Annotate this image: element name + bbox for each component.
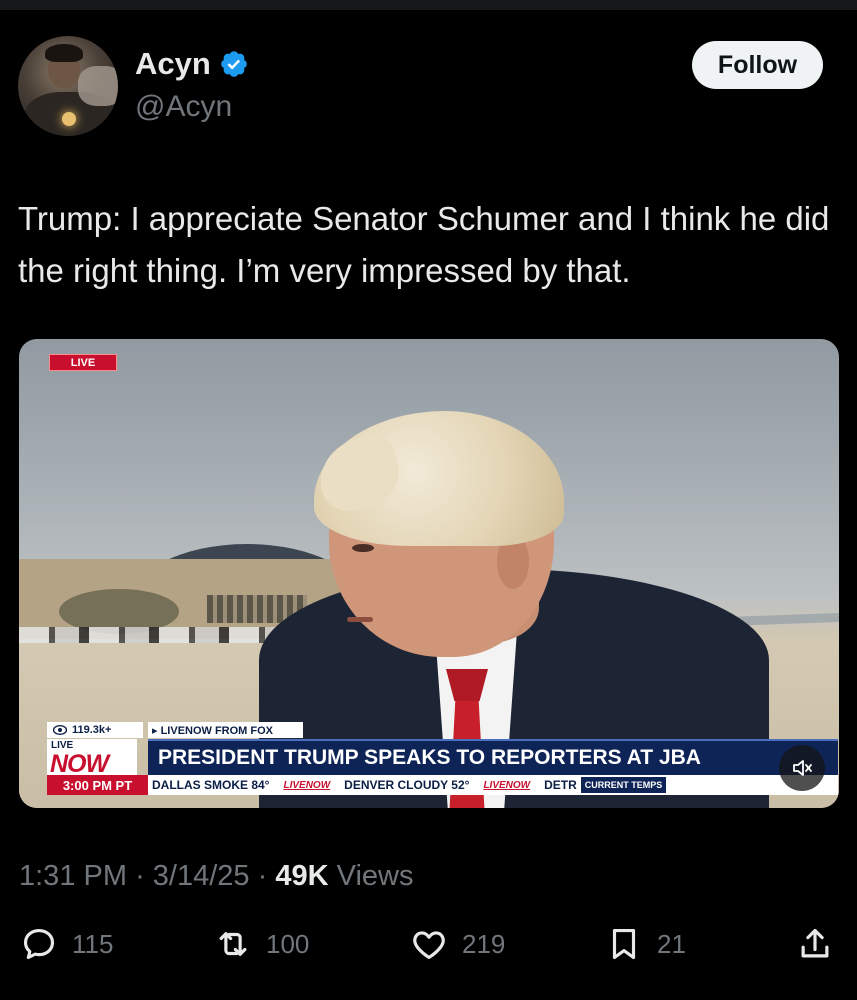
live-badge: LIVE xyxy=(49,354,117,371)
user-handle[interactable]: @Acyn xyxy=(135,90,232,124)
reply-icon xyxy=(23,928,55,960)
tweet-text: Trump: I appreciate Senator Schumer and … xyxy=(18,200,830,289)
ticker-item: DENVER CLOUDY 52° xyxy=(344,778,470,792)
tweet-meta: 1:31 PM · 3/14/25 · 49K Views xyxy=(19,860,413,893)
repost-icon xyxy=(219,932,247,956)
heart-icon xyxy=(413,931,445,960)
news-headline: PRESIDENT TRUMP SPEAKS TO REPORTERS AT J… xyxy=(148,739,838,775)
tweet-time[interactable]: 1:31 PM xyxy=(19,860,127,892)
mute-button[interactable] xyxy=(779,745,825,791)
avatar[interactable] xyxy=(18,36,118,136)
reply-count: 115 xyxy=(72,928,114,959)
speaker-muted-icon xyxy=(793,760,812,776)
like-button[interactable]: 219 xyxy=(410,925,505,963)
news-chyron: 119.3k+ ▸ LIVENOW FROM FOX LIVE NOW 3:00… xyxy=(47,722,839,808)
top-divider xyxy=(0,0,857,10)
bookmark-icon xyxy=(612,928,636,960)
ticker-tag: LIVENOW xyxy=(483,779,531,791)
viewer-count: 119.3k+ xyxy=(72,724,112,736)
source-label: ▸ LIVENOW FROM FOX xyxy=(148,722,303,738)
video-player[interactable]: LIVE 119.3k+ ▸ LIVENOW FROM FOX LIVE NOW… xyxy=(19,339,839,808)
ticker-tag: LIVENOW xyxy=(283,779,331,791)
display-name[interactable]: Acyn xyxy=(135,46,211,82)
weather-ticker: DALLAS SMOKE 84° LIVENOW DENVER CLOUDY 5… xyxy=(148,775,838,795)
meta-separator: · xyxy=(257,860,268,892)
follow-button[interactable]: Follow xyxy=(692,41,823,89)
reply-button[interactable]: 115 xyxy=(20,925,113,963)
ticker-current-temps: CURRENT TEMPS xyxy=(580,777,667,793)
views-label: Views xyxy=(336,860,414,892)
bookmark-button[interactable]: 21 xyxy=(605,925,686,963)
broadcast-time: 3:00 PM PT xyxy=(47,775,148,795)
action-bar: 115 100 219 21 xyxy=(0,925,857,975)
ticker-item: DETR xyxy=(544,778,577,792)
share-icon xyxy=(801,928,829,958)
ticker-item: DALLAS SMOKE 84° xyxy=(152,778,270,792)
repost-count: 100 xyxy=(266,928,310,959)
bookmark-count: 21 xyxy=(657,928,686,959)
views-count: 49K xyxy=(275,860,329,892)
tweet-date[interactable]: 3/14/25 xyxy=(153,860,250,892)
viewer-count-box: 119.3k+ xyxy=(47,722,143,738)
meta-separator: · xyxy=(135,860,145,892)
share-button[interactable] xyxy=(796,925,834,963)
user-name-row[interactable]: Acyn xyxy=(135,46,249,82)
like-count: 219 xyxy=(462,928,506,959)
verified-badge-icon xyxy=(221,51,247,77)
repost-button[interactable]: 100 xyxy=(214,925,309,963)
livenow-logo: LIVE NOW xyxy=(47,739,137,778)
eye-icon xyxy=(53,725,67,735)
